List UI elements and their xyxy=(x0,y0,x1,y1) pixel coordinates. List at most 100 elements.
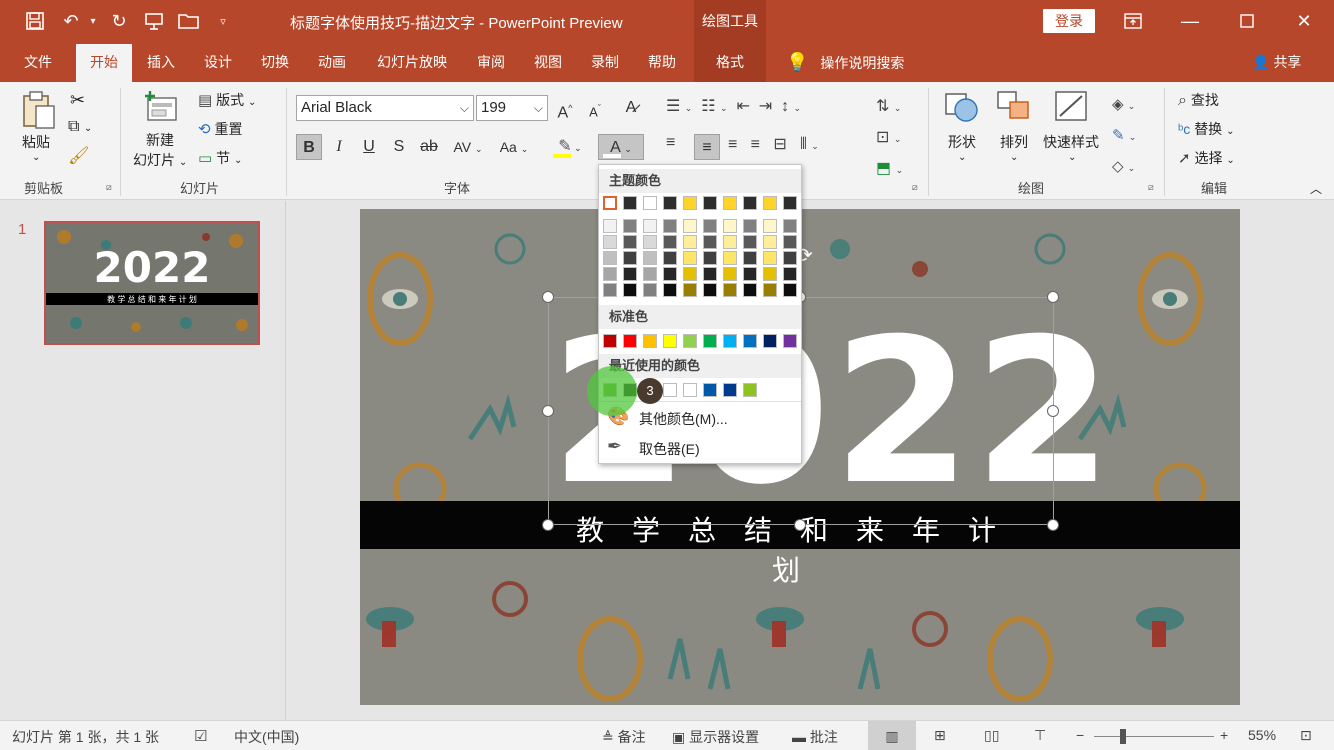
color-swatch[interactable] xyxy=(723,251,737,265)
color-swatch[interactable] xyxy=(683,283,697,297)
zoom-slider-thumb[interactable] xyxy=(1120,729,1126,744)
color-swatch[interactable] xyxy=(723,235,737,249)
color-swatch[interactable] xyxy=(643,283,657,297)
color-swatch[interactable] xyxy=(603,219,617,233)
ribbon-display-icon[interactable] xyxy=(1118,6,1148,36)
shape-fill-icon[interactable]: ◈ ⌄ ✎ ⌄ ◇ ⌄ xyxy=(1112,90,1136,183)
italic-button[interactable]: I xyxy=(326,134,352,160)
new-slide-button[interactable]: 新建 xyxy=(146,130,174,150)
color-swatch[interactable] xyxy=(783,334,797,348)
align-right-icon[interactable]: ≡ ≡ ⊟ ⫴ ⌄ xyxy=(728,134,819,154)
language-status[interactable]: 中文(中国) xyxy=(234,727,299,747)
close-icon[interactable]: ✕ xyxy=(1289,6,1319,36)
login-button[interactable]: 登录 xyxy=(1043,9,1095,33)
zoom-out-icon[interactable]: − xyxy=(1076,727,1084,743)
resize-handle[interactable] xyxy=(794,519,806,531)
color-swatch[interactable] xyxy=(623,235,637,249)
format-painter-icon[interactable]: 🖌 xyxy=(68,146,90,166)
clipboard-launcher-icon[interactable]: ⧄ xyxy=(106,182,112,193)
recent-color-swatch[interactable] xyxy=(743,383,757,397)
tab-animations[interactable]: 动画 xyxy=(307,44,357,82)
undo-icon[interactable]: ↶ xyxy=(58,8,84,34)
save-icon[interactable] xyxy=(22,8,48,34)
color-swatch[interactable] xyxy=(623,196,637,210)
tab-help[interactable]: 帮助 xyxy=(637,44,687,82)
normal-view-icon[interactable]: ▥ xyxy=(868,721,916,750)
color-swatch[interactable] xyxy=(663,235,677,249)
slideshow-view-icon[interactable]: ⊤ xyxy=(1034,727,1046,744)
font-name-field[interactable]: Arial Black ⌵ xyxy=(296,95,474,121)
color-swatch[interactable] xyxy=(743,283,757,297)
color-swatch[interactable] xyxy=(783,283,797,297)
slide-sorter-icon[interactable]: ⊞ xyxy=(934,727,946,744)
color-swatch[interactable] xyxy=(683,267,697,281)
tab-record[interactable]: 录制 xyxy=(580,44,630,82)
color-swatch[interactable] xyxy=(723,334,737,348)
color-swatch[interactable] xyxy=(663,251,677,265)
resize-handle[interactable] xyxy=(542,519,554,531)
quick-styles-dropdown-icon[interactable]: ⌄ xyxy=(1068,152,1076,163)
arrange-button[interactable]: 排列 xyxy=(1000,132,1028,152)
tab-view[interactable]: 视图 xyxy=(523,44,573,82)
color-swatch[interactable] xyxy=(743,334,757,348)
color-swatch[interactable] xyxy=(703,219,717,233)
arrange-icon[interactable] xyxy=(996,90,1032,127)
recent-color-swatch[interactable] xyxy=(723,383,737,397)
color-swatch[interactable] xyxy=(723,196,737,210)
layout-button[interactable]: ▤ 版式 ⌄ xyxy=(198,90,256,110)
shapes-button[interactable]: 形状 xyxy=(948,132,976,152)
tab-home[interactable]: 开始 xyxy=(76,44,132,82)
color-swatch[interactable] xyxy=(663,283,677,297)
recent-color-swatch[interactable] xyxy=(683,383,697,397)
tab-format[interactable]: 格式 xyxy=(694,44,766,82)
color-swatch[interactable] xyxy=(783,235,797,249)
shapes-dropdown-icon[interactable]: ⌄ xyxy=(958,152,966,163)
paragraph-launcher-icon[interactable]: ⧄ xyxy=(912,182,918,193)
color-swatch[interactable] xyxy=(743,235,757,249)
tab-design[interactable]: 设计 xyxy=(193,44,243,82)
copy-icon[interactable]: ⧉ ⌄ xyxy=(68,118,92,136)
color-swatch[interactable] xyxy=(723,283,737,297)
color-swatch[interactable] xyxy=(683,251,697,265)
quick-styles-button[interactable]: 快速样式 xyxy=(1043,132,1099,152)
bullets-icon[interactable]: ☰ ⌄ ☷ ⌄ ⇤ ⇥ ↕ ⌄ xyxy=(666,96,801,116)
resize-handle[interactable] xyxy=(1047,291,1059,303)
resize-handle[interactable] xyxy=(1047,405,1059,417)
bold-button[interactable]: B xyxy=(296,134,322,160)
zoom-level[interactable]: 55% xyxy=(1248,727,1276,743)
replace-button[interactable]: ᵇc 替换 ⌄ xyxy=(1178,119,1234,139)
resize-handle[interactable] xyxy=(542,291,554,303)
color-swatch[interactable] xyxy=(603,283,617,297)
color-swatch[interactable] xyxy=(663,267,677,281)
color-swatch[interactable] xyxy=(763,219,777,233)
quick-styles-icon[interactable] xyxy=(1054,90,1090,127)
color-swatch[interactable] xyxy=(623,283,637,297)
color-swatch[interactable] xyxy=(643,235,657,249)
shadow-button[interactable]: S xyxy=(386,134,412,160)
new-slide-icon[interactable] xyxy=(142,90,180,127)
share-button[interactable]: 👤 共享 xyxy=(1252,44,1301,82)
color-swatch[interactable] xyxy=(643,334,657,348)
tab-file[interactable]: 文件 xyxy=(12,44,64,82)
color-swatch[interactable] xyxy=(603,196,617,210)
reset-button[interactable]: ⟲ 重置 xyxy=(198,119,242,139)
collapse-ribbon-icon[interactable]: ︿ xyxy=(1310,180,1322,197)
color-swatch[interactable] xyxy=(683,196,697,210)
color-swatch[interactable] xyxy=(623,334,637,348)
open-folder-icon[interactable] xyxy=(176,8,202,34)
undo-dropdown-icon[interactable]: ▾ xyxy=(86,8,100,34)
increase-font-icon[interactable]: A^ xyxy=(552,95,578,121)
color-swatch[interactable] xyxy=(683,235,697,249)
color-swatch[interactable] xyxy=(603,267,617,281)
strikethrough-button[interactable]: ab xyxy=(416,134,442,160)
align-left-icon[interactable]: ≡ xyxy=(666,134,675,152)
resize-handle[interactable] xyxy=(542,405,554,417)
resize-handle[interactable] xyxy=(1047,519,1059,531)
arrange-dropdown-icon[interactable]: ⌄ xyxy=(1010,152,1018,163)
color-swatch[interactable] xyxy=(663,219,677,233)
color-swatch[interactable] xyxy=(783,196,797,210)
redo-icon[interactable]: ↻ xyxy=(106,8,132,34)
recent-color-swatch[interactable] xyxy=(663,383,677,397)
color-swatch[interactable] xyxy=(603,251,617,265)
paste-dropdown-icon[interactable]: ⌄ xyxy=(32,152,40,163)
